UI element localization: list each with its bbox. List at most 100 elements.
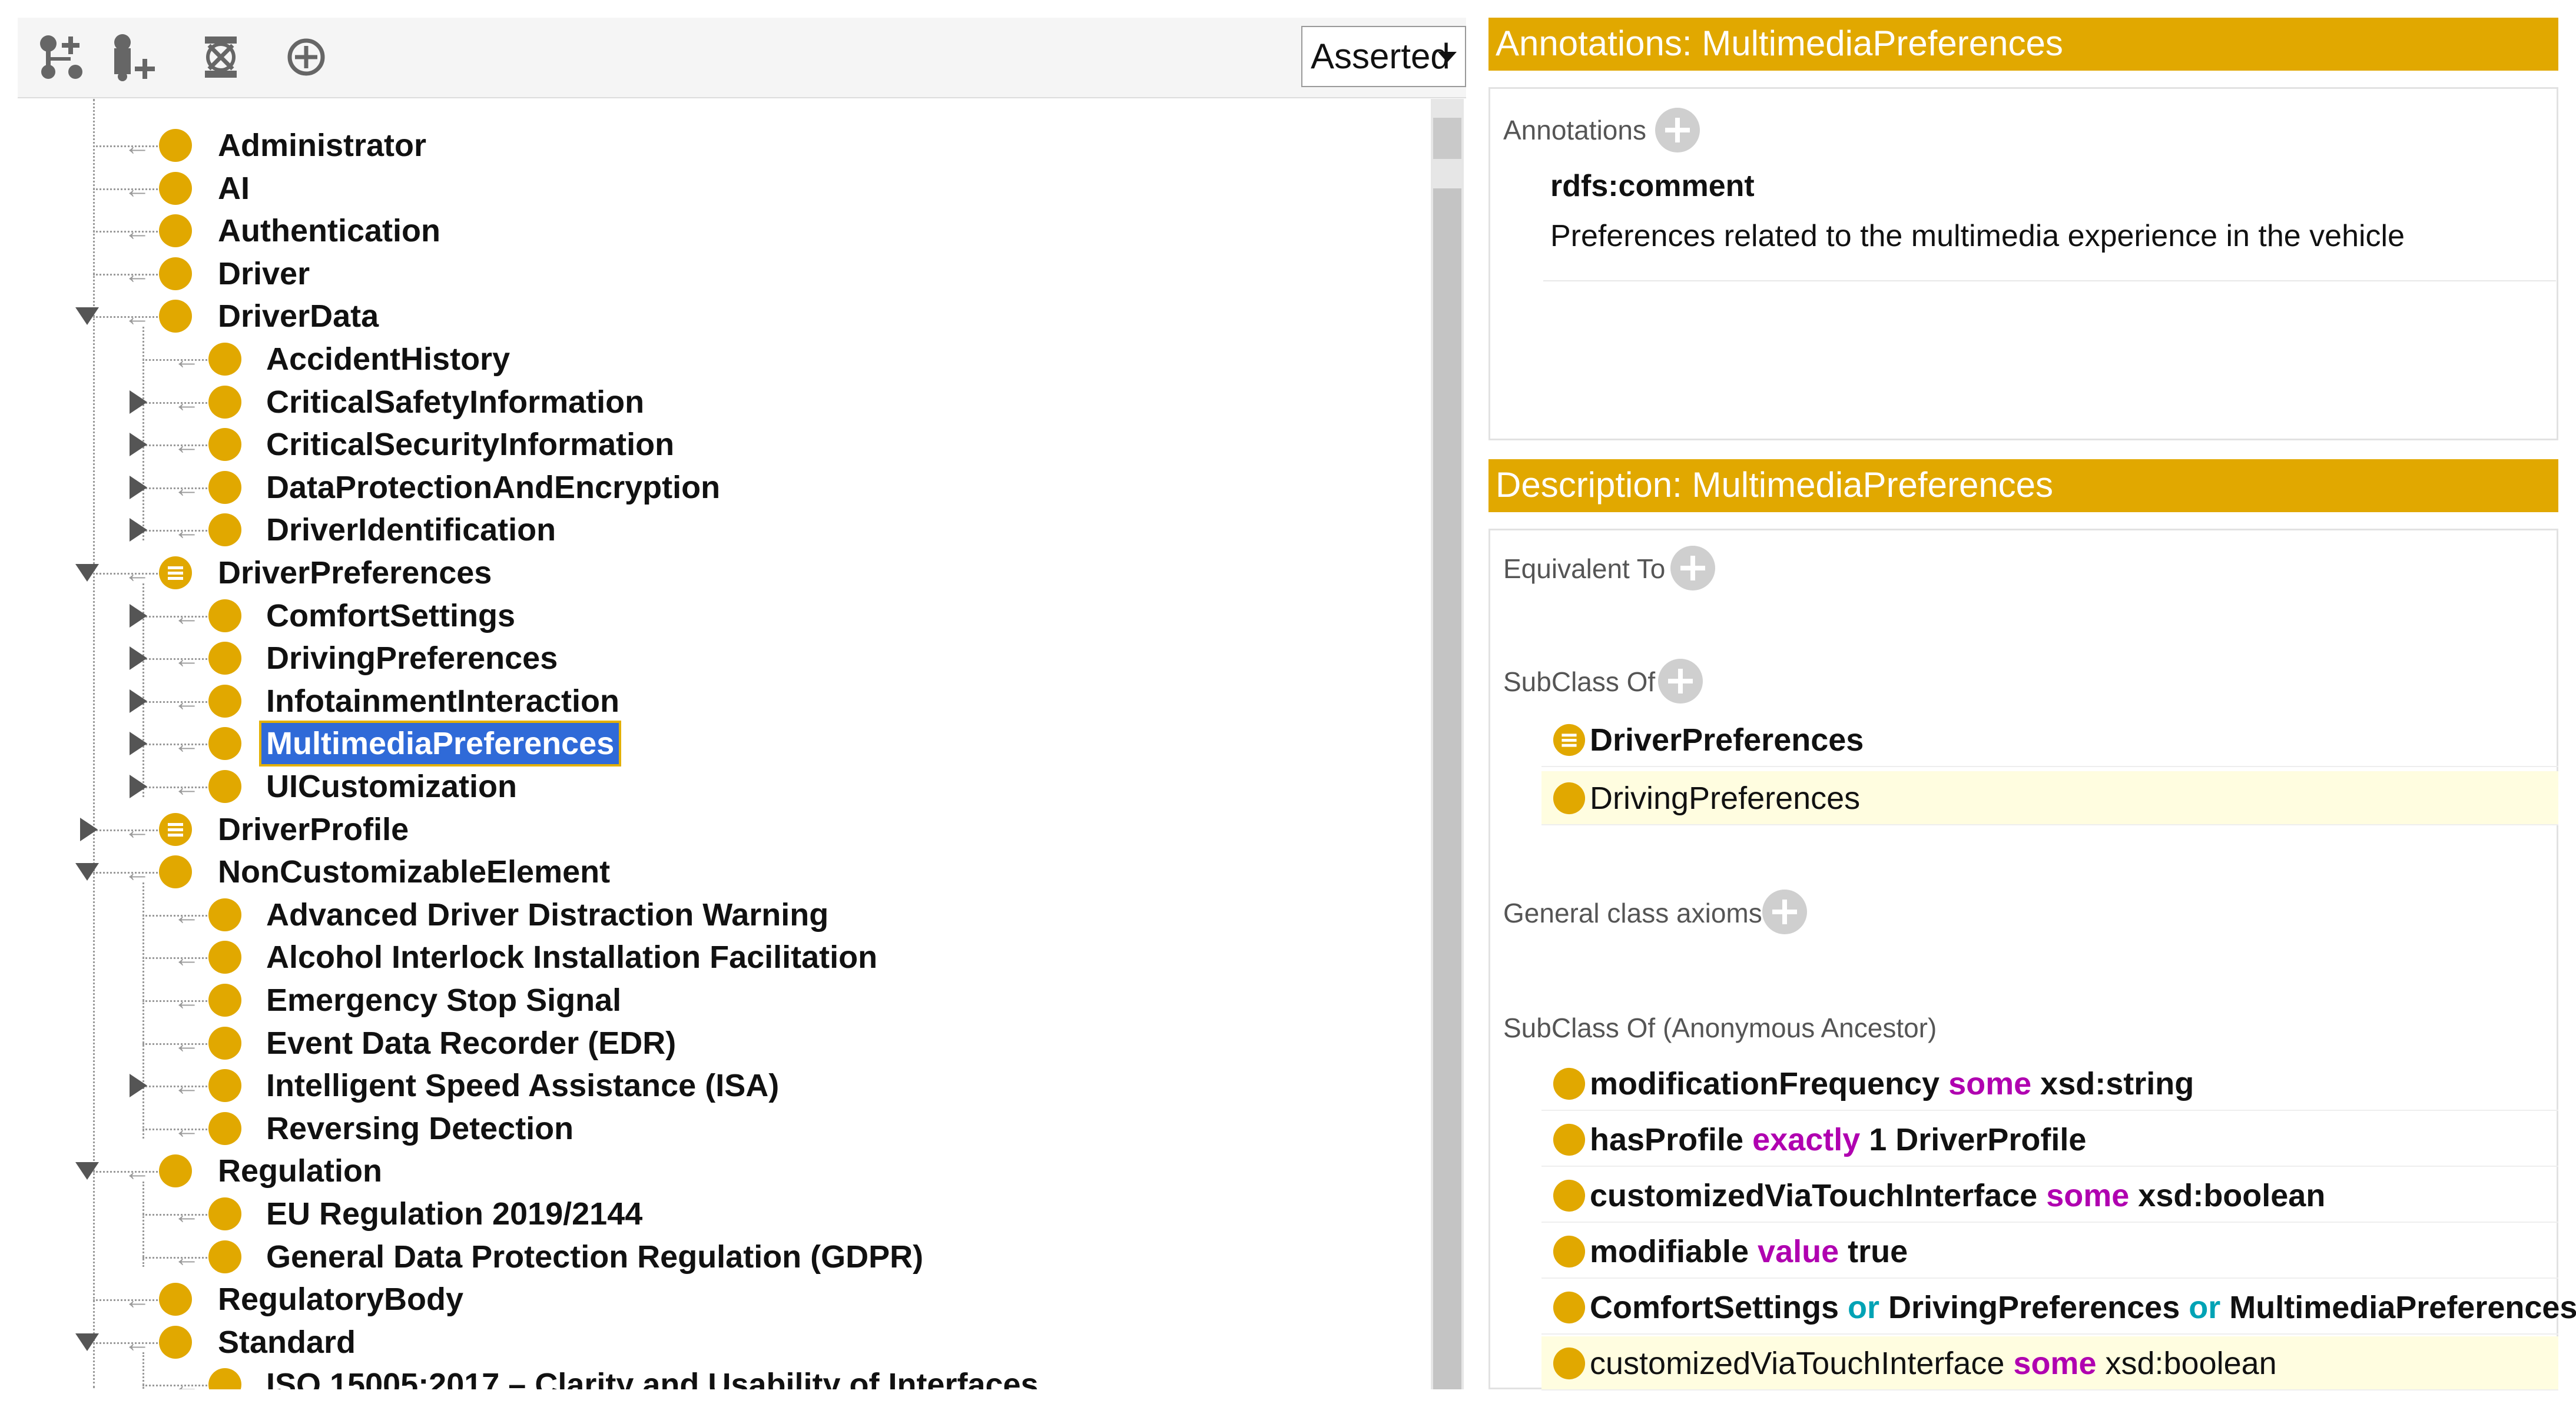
- axiom-term: true: [1839, 1234, 1908, 1269]
- tree-node[interactable]: ← Regulation: [18, 1150, 1419, 1192]
- subclass-of-label: SubClass Of: [1503, 666, 1656, 697]
- tree-node[interactable]: ← Standard: [18, 1322, 1419, 1363]
- ancestor-axiom-row[interactable]: hasProfile exactly 1 DriverProfile: [1541, 1113, 2558, 1167]
- expand-triangle-icon[interactable]: [130, 475, 147, 499]
- tree-node[interactable]: ← AI: [18, 168, 1419, 209]
- tree-node[interactable]: ← Emergency Stop Signal: [18, 980, 1419, 1021]
- ancestor-axiom-row[interactable]: modifiable value true: [1541, 1225, 2558, 1279]
- tree-node[interactable]: ← Intelligent Speed Assistance (ISA): [18, 1065, 1419, 1106]
- tree-node[interactable]: ← RegulatoryBody: [18, 1279, 1419, 1320]
- tree-node[interactable]: ← DriverProfile: [18, 809, 1419, 850]
- tree-node[interactable]: ← NonCustomizableElement: [18, 851, 1419, 892]
- tree-node-label: AI: [218, 170, 250, 206]
- tree-node[interactable]: ← Alcohol Interlock Installation Facilita…: [18, 937, 1419, 978]
- annotations-header-title: Annotations: MultimediaPreferences: [1496, 24, 2063, 63]
- subclass-arrow-icon: ←: [173, 429, 200, 460]
- tree-node[interactable]: ← DriverData: [18, 296, 1419, 337]
- tree-node[interactable]: ← DataProtectionAndEncryption: [18, 467, 1419, 508]
- row-divider: [1541, 1277, 2558, 1279]
- tree-node[interactable]: ← UICustomization: [18, 766, 1419, 807]
- axiom-term: DrivingPreferences: [1879, 1290, 2189, 1325]
- expand-triangle-icon[interactable]: [130, 390, 147, 414]
- ancestor-axiom-row[interactable]: modificationFrequency some xsd:string: [1541, 1057, 2558, 1111]
- tree-node[interactable]: ← InfotainmentInteraction: [18, 681, 1419, 722]
- collapse-triangle-icon[interactable]: [75, 307, 99, 326]
- tree-scrollbar-up[interactable]: [1433, 118, 1461, 159]
- tree-node[interactable]: ← DrivingPreferences: [18, 638, 1419, 679]
- expand-triangle-icon[interactable]: [130, 518, 147, 542]
- class-icon: [208, 470, 241, 504]
- class-icon: [159, 129, 192, 162]
- tree-node[interactable]: ← General Data Protection Regulation (GDP…: [18, 1236, 1419, 1277]
- collapse-triangle-icon[interactable]: [75, 863, 99, 881]
- subclass-arrow-icon: ←: [124, 1156, 151, 1187]
- ancestor-axiom-row[interactable]: customizedViaTouchInterface some xsd:boo…: [1541, 1169, 2558, 1223]
- add-subclass-icon[interactable]: [35, 31, 88, 84]
- expand-triangle-icon[interactable]: [130, 689, 147, 713]
- class-icon: [208, 642, 241, 675]
- tree-scrollbar-thumb[interactable]: [1433, 188, 1461, 1389]
- tree-node[interactable]: ← CriticalSafetyInformation: [18, 381, 1419, 423]
- annotation-property[interactable]: rdfs:comment: [1550, 165, 1755, 207]
- subclass-arrow-icon: ←: [173, 386, 200, 417]
- class-icon: [159, 171, 192, 205]
- tree-node-label-selected: MultimediaPreferences: [258, 721, 622, 767]
- row-divider: [1541, 1222, 2558, 1223]
- superclass-row[interactable]: DrivingPreferences: [1541, 771, 2558, 825]
- subclass-arrow-icon: ←: [124, 1326, 151, 1358]
- expand-triangle-icon[interactable]: [130, 603, 147, 628]
- tree-node-label: ComfortSettings: [266, 598, 515, 633]
- subclass-arrow-icon: ←: [124, 814, 151, 845]
- add-general-axiom-button[interactable]: [1762, 890, 1807, 934]
- expand-triangle-icon[interactable]: [130, 1074, 147, 1098]
- axiom-keyword: or: [2189, 1290, 2221, 1325]
- anonymous-ancestor-label: SubClass Of (Anonymous Ancestor): [1503, 1013, 1937, 1043]
- class-icon: [208, 770, 241, 803]
- tree-node[interactable]: ← EU Regulation 2019/2144: [18, 1193, 1419, 1235]
- collapse-triangle-icon[interactable]: [75, 1333, 99, 1351]
- class-icon: [208, 727, 241, 761]
- superclass-row[interactable]: DriverPreferences: [1541, 713, 2558, 767]
- add-annotation-button[interactable]: [1655, 108, 1700, 152]
- axiom-keyword: or: [1848, 1290, 1879, 1325]
- tree-node[interactable]: ← ComfortSettings: [18, 595, 1419, 636]
- subclass-arrow-icon: ←: [173, 1113, 200, 1144]
- tree-node[interactable]: ← Reversing Detection: [18, 1108, 1419, 1149]
- expand-triangle-icon[interactable]: [130, 646, 147, 671]
- tree-node[interactable]: ← ISO 15005:2017 – Clarity and Usability …: [18, 1364, 1419, 1389]
- tree-node[interactable]: ← Advanced Driver Distraction Warning: [18, 894, 1419, 935]
- hierarchy-mode-value: Asserted: [1311, 36, 1450, 76]
- tree-node[interactable]: ← MultimediaPreferences: [18, 721, 1419, 767]
- tree-node[interactable]: ← Administrator: [18, 125, 1419, 166]
- expand-triangle-icon[interactable]: [130, 775, 147, 798]
- class-icon: [208, 984, 241, 1017]
- add-sibling-icon[interactable]: [106, 31, 159, 84]
- expand-triangle-icon[interactable]: [80, 817, 98, 841]
- ancestor-axiom-row[interactable]: ComfortSettings or DrivingPreferences or…: [1541, 1280, 2576, 1335]
- collapse-triangle-icon[interactable]: [75, 1162, 99, 1180]
- tree-node[interactable]: ← Authentication: [18, 210, 1419, 251]
- tree-node[interactable]: ← DriverPreferences: [18, 552, 1419, 593]
- ancestor-axiom-row[interactable]: customizedViaTouchInterface some xsd:boo…: [1541, 1336, 2558, 1391]
- tree-node[interactable]: ← Event Data Recorder (EDR): [18, 1023, 1419, 1064]
- axiom-term: modifiable: [1590, 1234, 1758, 1269]
- hierarchy-mode-select[interactable]: Asserted: [1301, 26, 1466, 87]
- tree-node-label: RegulatoryBody: [218, 1282, 464, 1318]
- delete-class-icon[interactable]: [194, 31, 247, 84]
- add-equivalent-button[interactable]: [1670, 546, 1715, 590]
- tree-node[interactable]: ← AccidentHistory: [18, 339, 1419, 380]
- subclass-arrow-icon: ←: [173, 1369, 200, 1389]
- target-icon[interactable]: [280, 31, 333, 84]
- annotation-value[interactable]: Preferences related to the multimedia ex…: [1550, 215, 2405, 257]
- add-superclass-button[interactable]: [1658, 659, 1703, 704]
- expand-triangle-icon[interactable]: [130, 732, 147, 756]
- axiom-term: customizedViaTouchInterface: [1590, 1346, 2014, 1381]
- row-divider: [1541, 1110, 2558, 1111]
- general-axioms-label: General class axioms: [1503, 898, 1762, 928]
- tree-node[interactable]: ← Driver: [18, 253, 1419, 294]
- tree-node-label: Advanced Driver Distraction Warning: [266, 897, 829, 933]
- tree-node[interactable]: ← DriverIdentification: [18, 509, 1419, 550]
- collapse-triangle-icon[interactable]: [75, 564, 99, 582]
- expand-triangle-icon[interactable]: [130, 433, 147, 457]
- tree-node[interactable]: ← CriticalSecurityInformation: [18, 424, 1419, 465]
